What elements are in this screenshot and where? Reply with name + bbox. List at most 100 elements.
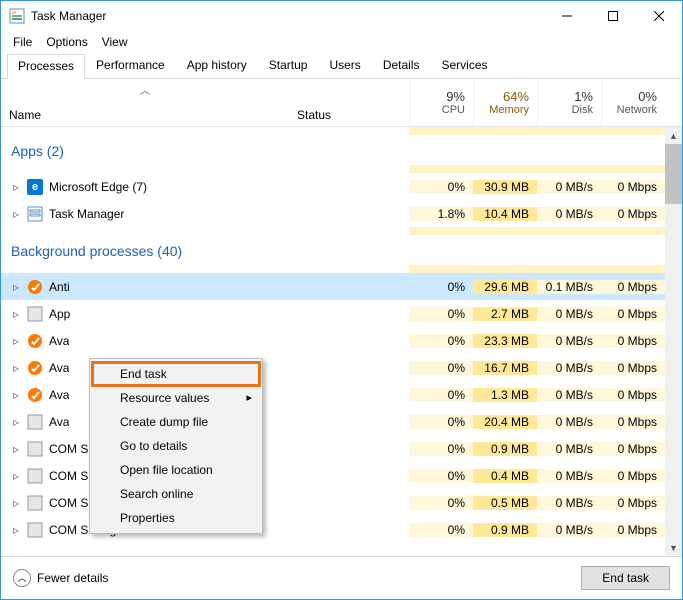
cell-memory: 0.4 MB: [473, 469, 537, 483]
cell-disk: 0 MB/s: [537, 361, 601, 375]
cell-disk: 0 MB/s: [537, 469, 601, 483]
tab-app-history[interactable]: App history: [176, 53, 258, 78]
process-icon: [27, 333, 43, 349]
cell-cpu: 0%: [409, 496, 473, 510]
cell-memory: 16.7 MB: [473, 361, 537, 375]
cell-memory: 0.9 MB: [473, 442, 537, 456]
close-button[interactable]: [636, 1, 682, 31]
cell-disk: 0 MB/s: [537, 207, 601, 221]
expand-icon[interactable]: ▹: [11, 496, 21, 510]
expand-icon[interactable]: ▹: [11, 307, 21, 321]
cpu-pct: 9%: [446, 89, 465, 104]
scroll-thumb[interactable]: [665, 144, 682, 204]
cell-disk: 0 MB/s: [537, 442, 601, 456]
expand-icon[interactable]: ▹: [11, 388, 21, 402]
column-network[interactable]: 0%Network: [601, 79, 665, 126]
end-task-button[interactable]: End task: [581, 566, 670, 590]
tab-processes[interactable]: Processes: [7, 54, 85, 79]
group-background: Background processes (40): [1, 235, 665, 265]
column-name[interactable]: ︿ Name: [1, 79, 289, 126]
tab-details[interactable]: Details: [372, 53, 431, 78]
process-icon: [27, 495, 43, 511]
cell-disk: 0 MB/s: [537, 334, 601, 348]
tab-startup[interactable]: Startup: [258, 53, 319, 78]
cell-network: 0 Mbps: [601, 207, 665, 221]
menu-file[interactable]: File: [7, 33, 38, 51]
expand-icon[interactable]: ▹: [11, 334, 21, 348]
column-memory[interactable]: 64%Memory: [473, 79, 537, 126]
process-icon: [27, 279, 43, 295]
columns-header: ︿ Name Status 9%CPU 64%Memory 1%Disk 0%N…: [1, 79, 682, 127]
cell-network: 0 Mbps: [601, 415, 665, 429]
cell-cpu: 0%: [409, 415, 473, 429]
tab-services[interactable]: Services: [431, 53, 499, 78]
menubar: File Options View: [1, 31, 682, 53]
expand-icon[interactable]: ▹: [11, 207, 21, 221]
menu-view[interactable]: View: [96, 33, 134, 51]
context-resource-values[interactable]: Resource values: [92, 386, 260, 410]
content: ︿ Name Status 9%CPU 64%Memory 1%Disk 0%N…: [1, 79, 682, 556]
column-disk[interactable]: 1%Disk: [537, 79, 601, 126]
tab-performance[interactable]: Performance: [85, 53, 176, 78]
process-icon: [27, 522, 43, 538]
expand-icon[interactable]: ▹: [11, 361, 21, 375]
cell-network: 0 Mbps: [601, 442, 665, 456]
cell-disk: 0.1 MB/s: [537, 280, 601, 294]
scroll-down-icon[interactable]: ▼: [665, 539, 682, 556]
cell-memory: 0.5 MB: [473, 496, 537, 510]
maximize-button[interactable]: [590, 1, 636, 31]
cell-disk: 0 MB/s: [537, 388, 601, 402]
fewer-details-button[interactable]: ︿ Fewer details: [13, 569, 108, 587]
cell-memory: 1.3 MB: [473, 388, 537, 402]
cell-cpu: 0%: [409, 307, 473, 321]
column-cpu[interactable]: 9%CPU: [409, 79, 473, 126]
cell-cpu: 0%: [409, 280, 473, 294]
process-icon: [27, 206, 43, 222]
cell-disk: 0 MB/s: [537, 523, 601, 537]
memory-label: Memory: [489, 104, 529, 116]
cell-cpu: 0%: [409, 442, 473, 456]
vertical-scrollbar[interactable]: ▲ ▼: [665, 127, 682, 556]
scroll-up-icon[interactable]: ▲: [665, 127, 682, 144]
window-title: Task Manager: [31, 9, 106, 23]
context-end-task[interactable]: End task: [92, 362, 260, 386]
table-row[interactable]: ▹Task Manager 1.8% 10.4 MB 0 MB/s 0 Mbps: [1, 200, 665, 227]
expand-icon[interactable]: ▹: [11, 523, 21, 537]
expand-icon[interactable]: ▹: [11, 180, 21, 194]
cell-network: 0 Mbps: [601, 307, 665, 321]
cell-network: 0 Mbps: [601, 280, 665, 294]
table-row[interactable]: ▹Anti 0% 29.6 MB 0.1 MB/s 0 Mbps: [1, 273, 665, 300]
process-icon: [27, 360, 43, 376]
process-name: Microsoft Edge (7): [49, 180, 147, 194]
context-properties[interactable]: Properties: [92, 506, 260, 530]
fewer-details-label: Fewer details: [37, 571, 108, 585]
cell-network: 0 Mbps: [601, 388, 665, 402]
table-row[interactable]: ▹eMicrosoft Edge (7) 0% 30.9 MB 0 MB/s 0…: [1, 173, 665, 200]
context-menu: End task Resource values Create dump fil…: [89, 358, 263, 534]
cell-cpu: 0%: [409, 523, 473, 537]
group-apps: Apps (2): [1, 135, 665, 165]
menu-options[interactable]: Options: [40, 33, 93, 51]
process-icon: e: [27, 179, 43, 195]
expand-icon[interactable]: ▹: [11, 469, 21, 483]
process-name: Ava: [49, 415, 69, 429]
table-row[interactable]: ▹App 0% 2.7 MB 0 MB/s 0 Mbps: [1, 300, 665, 327]
context-search-online[interactable]: Search online: [92, 482, 260, 506]
network-pct: 0%: [638, 89, 657, 104]
process-name: App: [49, 307, 70, 321]
cell-disk: 0 MB/s: [537, 180, 601, 194]
column-status[interactable]: Status: [289, 79, 409, 126]
table-row[interactable]: ▹Ava 0% 23.3 MB 0 MB/s 0 Mbps: [1, 327, 665, 354]
tab-users[interactable]: Users: [318, 53, 371, 78]
expand-icon[interactable]: ▹: [11, 280, 21, 294]
context-go-to-details[interactable]: Go to details: [92, 434, 260, 458]
cell-cpu: 0%: [409, 180, 473, 194]
tabs: Processes Performance App history Startu…: [1, 53, 682, 79]
expand-icon[interactable]: ▹: [11, 442, 21, 456]
context-create-dump[interactable]: Create dump file: [92, 410, 260, 434]
process-name: Ava: [49, 334, 69, 348]
minimize-button[interactable]: [544, 1, 590, 31]
expand-icon[interactable]: ▹: [11, 415, 21, 429]
context-open-file-location[interactable]: Open file location: [92, 458, 260, 482]
process-icon: [27, 387, 43, 403]
